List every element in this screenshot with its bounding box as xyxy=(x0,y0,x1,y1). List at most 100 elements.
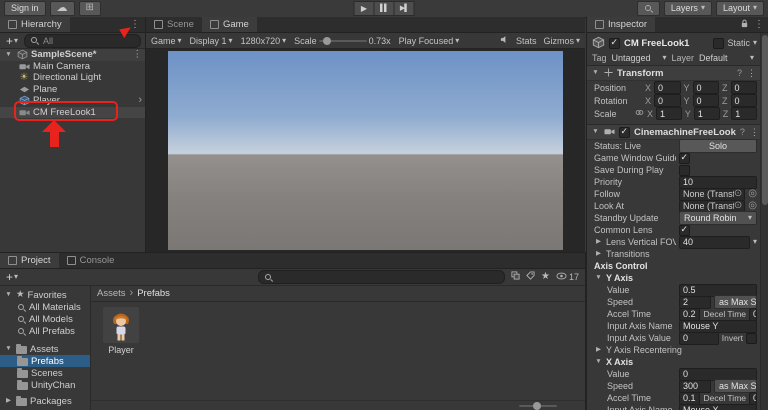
tree-item-all-prefabs[interactable]: All Prefabs xyxy=(0,325,90,337)
pause-button[interactable] xyxy=(374,1,395,16)
inspector-scrollbar[interactable] xyxy=(760,33,768,410)
rotation-x-field[interactable]: 0 xyxy=(654,94,681,107)
foldout-open-icon[interactable] xyxy=(594,359,603,366)
uniform-scale-link-icon[interactable] xyxy=(635,108,644,119)
asset-item-player[interactable]: Player xyxy=(99,307,143,355)
layers-dropdown[interactable]: Layers xyxy=(663,0,712,16)
play-focused-dropdown[interactable]: Play Focused xyxy=(399,36,460,46)
tree-item-packages[interactable]: Packages xyxy=(0,395,90,407)
static-dropdown[interactable]: Static xyxy=(713,37,757,49)
breadcrumb-root[interactable]: Assets xyxy=(97,288,126,299)
collab-button[interactable] xyxy=(78,0,101,16)
scene-menu-icon[interactable] xyxy=(133,50,143,60)
gizmos-dropdown[interactable]: Gizmos xyxy=(543,36,580,46)
y-axis-heading[interactable]: Y Axis xyxy=(606,273,633,283)
project-search-input[interactable] xyxy=(258,270,506,284)
search-by-label-icon[interactable] xyxy=(526,271,535,283)
tree-item-scenes[interactable]: Scenes xyxy=(0,367,90,379)
layer-dropdown[interactable]: Default xyxy=(697,53,756,63)
object-picker-icon[interactable] xyxy=(734,201,742,211)
standby-update-dropdown[interactable]: Round Robin xyxy=(679,211,757,225)
tree-item-unitychan[interactable]: UnityChan xyxy=(0,379,90,391)
active-checkbox[interactable] xyxy=(609,37,620,49)
panel-menu-icon[interactable] xyxy=(130,20,140,30)
position-y-field[interactable]: 0 xyxy=(692,81,719,94)
scale-x-field[interactable]: 1 xyxy=(656,107,682,120)
cloud-services-button[interactable] xyxy=(49,0,75,16)
rotation-z-field[interactable]: 0 xyxy=(730,94,757,107)
game-render[interactable] xyxy=(168,51,563,250)
foldout-open-icon[interactable] xyxy=(591,129,600,136)
foldout-closed-icon[interactable] xyxy=(594,251,603,258)
tab-console[interactable]: Console xyxy=(58,253,123,268)
static-checkbox[interactable] xyxy=(713,37,725,49)
lock-icon[interactable] xyxy=(740,19,749,31)
prefab-open-chevron-icon[interactable] xyxy=(138,95,142,106)
tree-item-assets[interactable]: Assets xyxy=(0,343,90,355)
transform-header[interactable]: Transform xyxy=(587,65,761,81)
scale-slider[interactable] xyxy=(318,36,367,45)
common-lens-checkbox[interactable] xyxy=(679,224,690,236)
layout-dropdown[interactable]: Layout xyxy=(715,0,764,16)
foldout-open-icon[interactable] xyxy=(591,70,600,77)
tab-project[interactable]: Project xyxy=(0,253,59,268)
play-button[interactable] xyxy=(353,1,375,16)
tree-item-favorites[interactable]: Favorites xyxy=(0,289,90,301)
panel-menu-icon[interactable] xyxy=(754,20,764,30)
hierarchy-item-main-camera[interactable]: Main Camera xyxy=(0,61,145,73)
tree-item-prefabs[interactable]: Prefabs xyxy=(0,355,90,367)
y-invert-checkbox[interactable] xyxy=(746,332,757,344)
rotation-y-field[interactable]: 0 xyxy=(692,94,719,107)
foldout-open-icon[interactable] xyxy=(4,52,13,59)
solo-button[interactable]: Solo xyxy=(679,139,757,153)
icon-size-slider[interactable] xyxy=(519,402,557,410)
scale-slider-thumb[interactable] xyxy=(322,36,331,45)
tab-hierarchy[interactable]: Hierarchy xyxy=(0,17,70,32)
foldout-open-icon[interactable] xyxy=(4,346,13,353)
display-dropdown[interactable]: Display 1 xyxy=(190,36,233,46)
foldout-open-icon[interactable] xyxy=(4,292,13,299)
tab-game[interactable]: Game xyxy=(201,17,257,32)
help-icon[interactable] xyxy=(737,69,742,78)
target-select-icon[interactable] xyxy=(748,189,757,199)
tree-item-all-models[interactable]: All Models xyxy=(0,313,90,325)
lens-preset-dropdown-icon[interactable] xyxy=(753,238,757,246)
hidden-packages-toggle[interactable]: 17 xyxy=(556,272,579,283)
mute-audio-icon[interactable] xyxy=(500,35,509,46)
scrollbar-thumb[interactable] xyxy=(762,35,768,205)
foldout-closed-icon[interactable] xyxy=(594,239,603,246)
hierarchy-item-plane[interactable]: Plane xyxy=(0,84,145,96)
tab-inspector[interactable]: Inspector xyxy=(587,17,656,32)
resolution-dropdown[interactable]: 1280x720 xyxy=(241,36,287,46)
position-x-field[interactable]: 0 xyxy=(654,81,681,94)
target-select-icon[interactable] xyxy=(748,201,757,211)
y-input-value-field[interactable]: 0 xyxy=(679,331,719,345)
cinemachine-header[interactable]: CinemachineFreeLook xyxy=(587,124,761,140)
tree-item-all-materials[interactable]: All Materials xyxy=(0,301,90,313)
hierarchy-item-player[interactable]: Player xyxy=(0,95,145,107)
hierarchy-item-cm-freelook[interactable]: CM FreeLook1 xyxy=(0,106,145,118)
tab-scene[interactable]: Scene xyxy=(146,17,202,32)
x-input-name-field[interactable]: Mouse X xyxy=(679,403,757,410)
save-during-play-checkbox[interactable] xyxy=(679,164,690,176)
foldout-closed-icon[interactable] xyxy=(594,347,603,354)
game-mode-dropdown[interactable]: Game xyxy=(151,36,182,46)
scale-y-field[interactable]: 1 xyxy=(693,107,720,120)
component-menu-icon[interactable] xyxy=(747,69,756,78)
hierarchy-create-button[interactable] xyxy=(4,35,20,47)
hierarchy-item-scene[interactable]: SampleScene* xyxy=(0,49,145,61)
sign-in-button[interactable]: Sign in xyxy=(4,0,46,16)
editor-search-button[interactable] xyxy=(636,0,660,16)
object-picker-icon[interactable] xyxy=(734,189,742,199)
tag-dropdown[interactable]: Untagged xyxy=(610,53,669,63)
foldout-open-icon[interactable] xyxy=(594,275,603,282)
breadcrumb-current[interactable]: Prefabs xyxy=(137,288,170,299)
saved-search-icon[interactable] xyxy=(541,272,550,282)
lens-fov-field[interactable]: 40 xyxy=(679,235,750,249)
component-enabled-checkbox[interactable] xyxy=(619,126,630,138)
project-create-button[interactable] xyxy=(4,271,20,283)
icon-size-slider-thumb[interactable] xyxy=(533,402,541,410)
position-z-field[interactable]: 0 xyxy=(730,81,757,94)
component-menu-icon[interactable] xyxy=(750,128,759,137)
foldout-closed-icon[interactable] xyxy=(4,398,13,405)
